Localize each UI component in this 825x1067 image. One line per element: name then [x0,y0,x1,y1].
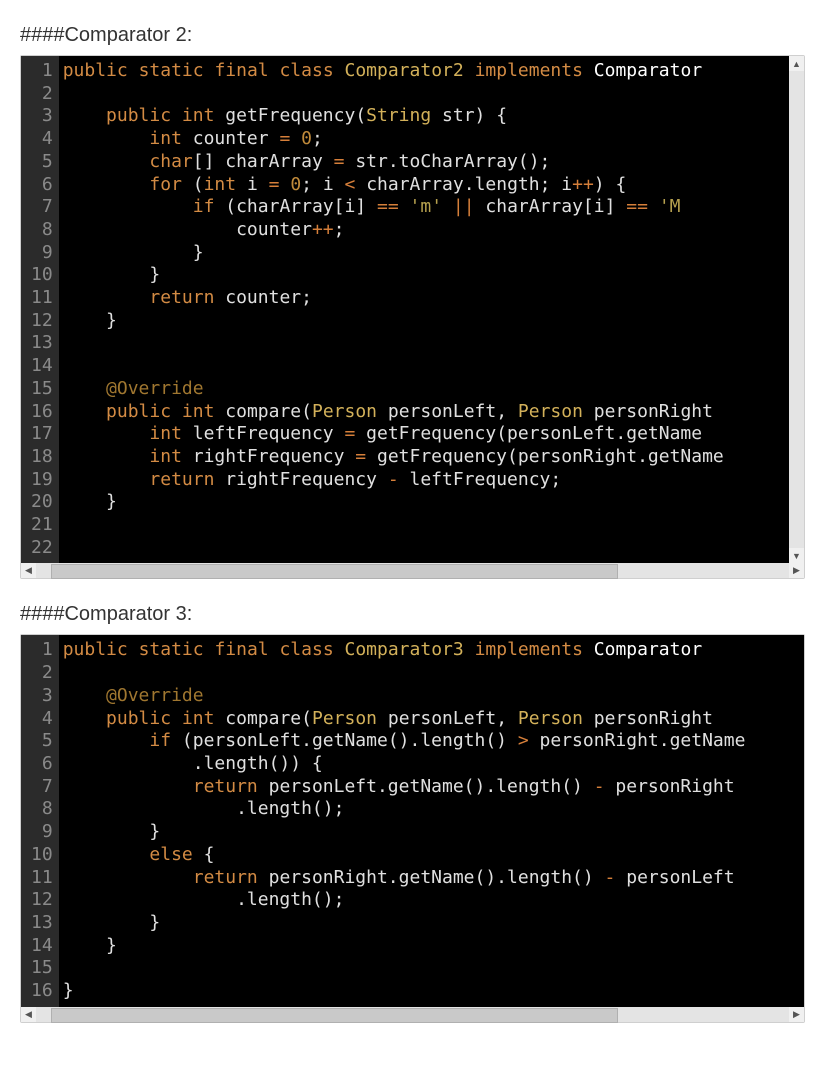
heading-comparator-2: ####Comparator 2: [20,24,805,47]
scroll-right-icon[interactable]: ▶ [789,1007,804,1022]
line-number-gutter-3: 12345678910111213141516 [21,635,59,1006]
vertical-scrollbar-2[interactable]: ▲ ▼ [789,56,804,563]
line-number-gutter-2: 12345678910111213141516171819202122 [21,56,59,563]
scroll-up-icon[interactable]: ▲ [789,56,804,71]
horizontal-scrollbar-2[interactable]: ◀ ▶ [21,563,804,578]
scroll-down-icon[interactable]: ▼ [789,548,804,563]
scroll-right-icon[interactable]: ▶ [789,563,804,578]
horizontal-scroll-thumb[interactable] [51,1008,618,1023]
code-area-3[interactable]: public static final class Comparator3 im… [59,635,804,1006]
code-block-comparator-3: 12345678910111213141516 public static fi… [20,634,805,1022]
code-area-2[interactable]: public static final class Comparator2 im… [59,56,804,563]
code-scroll-area-2[interactable]: 12345678910111213141516171819202122 publ… [21,56,804,563]
horizontal-scroll-track[interactable] [36,1007,789,1022]
horizontal-scroll-track[interactable] [36,563,789,578]
horizontal-scrollbar-3[interactable]: ◀ ▶ [21,1007,804,1022]
code-scroll-area-3[interactable]: 12345678910111213141516 public static fi… [21,635,804,1006]
scroll-left-icon[interactable]: ◀ [21,1007,36,1022]
vertical-scroll-track[interactable] [789,71,804,548]
heading-comparator-3: ####Comparator 3: [20,603,805,626]
code-block-comparator-2: 12345678910111213141516171819202122 publ… [20,55,805,579]
horizontal-scroll-thumb[interactable] [51,564,618,579]
scroll-left-icon[interactable]: ◀ [21,563,36,578]
